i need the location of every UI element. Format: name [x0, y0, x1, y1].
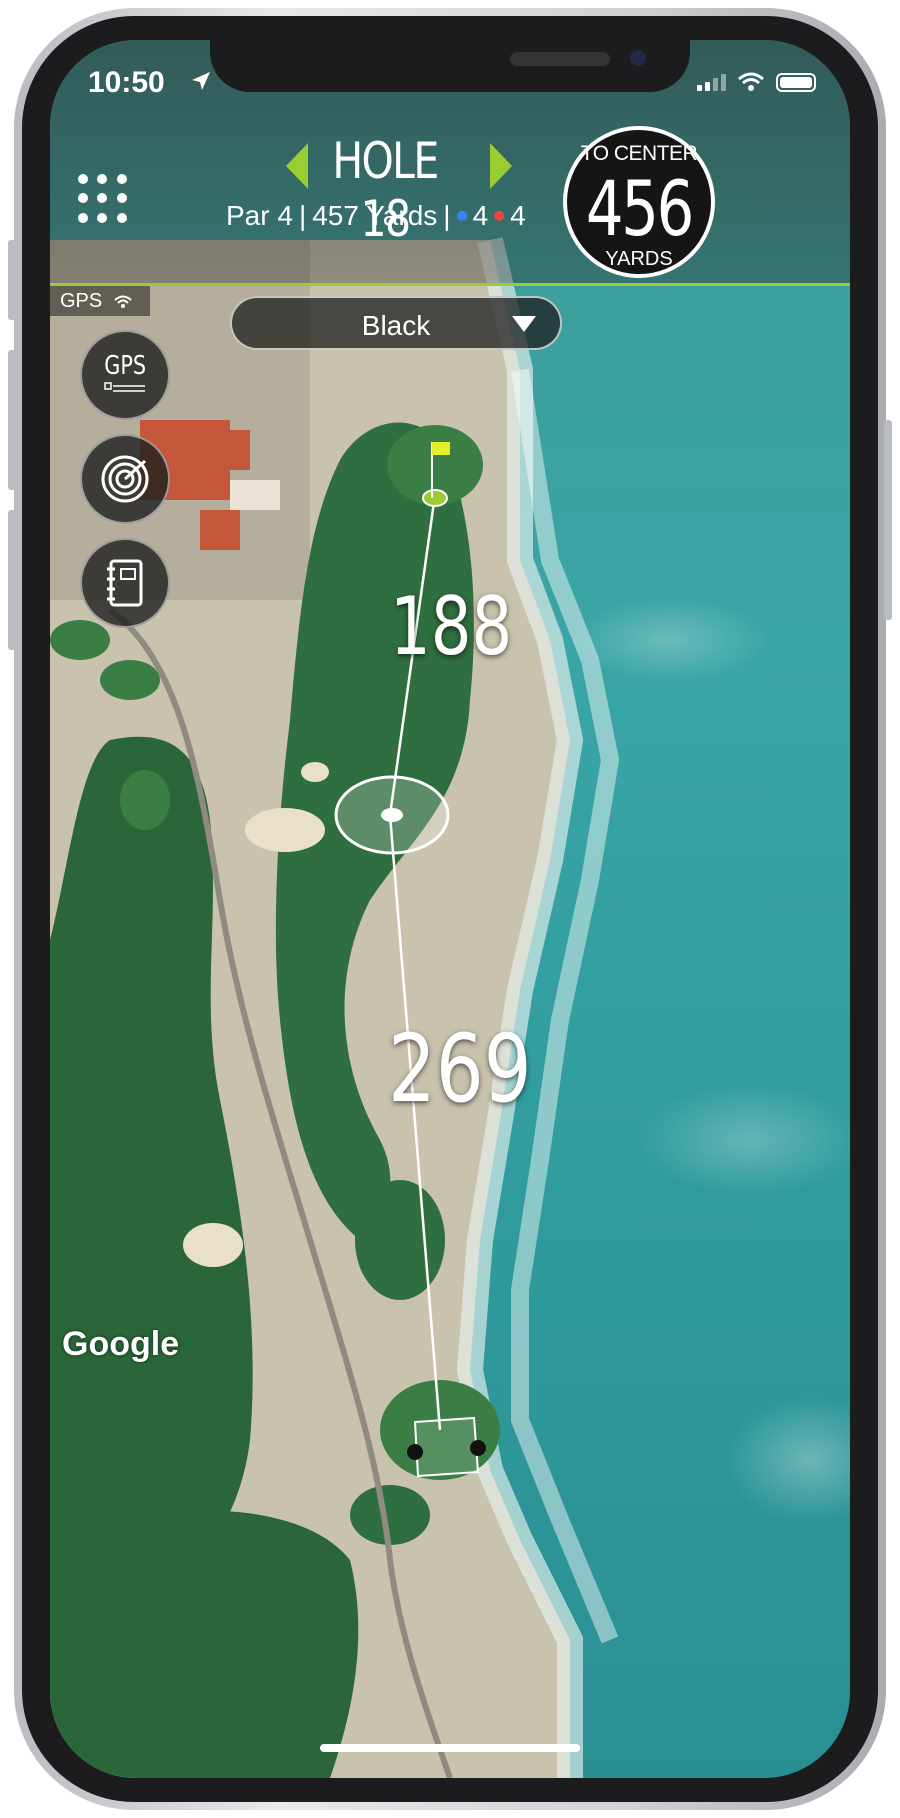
- gps-tag-label: GPS: [60, 290, 103, 312]
- location-arrow-icon: [192, 72, 210, 90]
- gps-icon: GPS: [99, 352, 151, 398]
- red-count: 4: [510, 200, 526, 231]
- chevron-down-icon: [512, 316, 536, 332]
- info-separator: |: [443, 200, 451, 231]
- yards-label: YARDS: [605, 248, 673, 270]
- gps-lines-icon: [104, 382, 145, 392]
- google-attribution: Google: [62, 1325, 180, 1363]
- status-indicators: [697, 72, 816, 92]
- scorecard-button[interactable]: [80, 538, 170, 628]
- to-center-label: TO CENTER: [580, 142, 698, 165]
- header-accent-line: [50, 283, 850, 286]
- distance-to-pin-label: 188: [390, 580, 513, 673]
- phone-power-button: [884, 420, 892, 620]
- tee-selected-label: Black: [361, 310, 431, 341]
- phone-volume-up: [8, 350, 16, 490]
- to-center-value: 456: [585, 164, 694, 253]
- to-center-distance-badge[interactable]: TO CENTER 456 YARDS: [563, 126, 715, 278]
- blue-count: 4: [472, 200, 489, 231]
- notch-speaker: [510, 52, 610, 66]
- tee-selector-dropdown[interactable]: Black: [230, 296, 562, 350]
- hole-info: Par 4 | 457 Yards | 4 4: [226, 200, 566, 232]
- par-label: Par 4: [226, 200, 293, 231]
- scorecard-icon: [107, 559, 143, 607]
- wifi-icon: [738, 72, 764, 91]
- red-dot-icon: [494, 211, 505, 221]
- wifi-icon: [114, 295, 132, 308]
- blue-dot-icon: [456, 211, 467, 221]
- next-hole-button[interactable]: [490, 143, 512, 189]
- menu-grid-icon[interactable]: [78, 174, 130, 226]
- phone-side-button: [8, 240, 16, 320]
- target-icon: [101, 455, 149, 503]
- distance-from-tee-label: 269: [388, 1015, 532, 1124]
- gps-mode-button[interactable]: GPS: [80, 330, 170, 420]
- app-screen: 10:50 HOLE 18 Par 4 | 457 Yards | 4 4 TO…: [50, 40, 850, 1778]
- gps-status-tag: GPS: [50, 286, 150, 316]
- target-button[interactable]: [80, 434, 170, 524]
- home-indicator[interactable]: [320, 1744, 580, 1752]
- phone-notch: [210, 40, 690, 92]
- status-time: 10:50: [88, 66, 165, 99]
- gps-button-label: GPS: [104, 351, 146, 381]
- phone-volume-down: [8, 510, 16, 650]
- cellular-signal-icon: [697, 73, 726, 91]
- info-separator: |: [298, 200, 307, 231]
- battery-icon: [776, 72, 816, 92]
- yardage-label: 457 Yards: [312, 200, 438, 231]
- notch-camera: [630, 50, 646, 66]
